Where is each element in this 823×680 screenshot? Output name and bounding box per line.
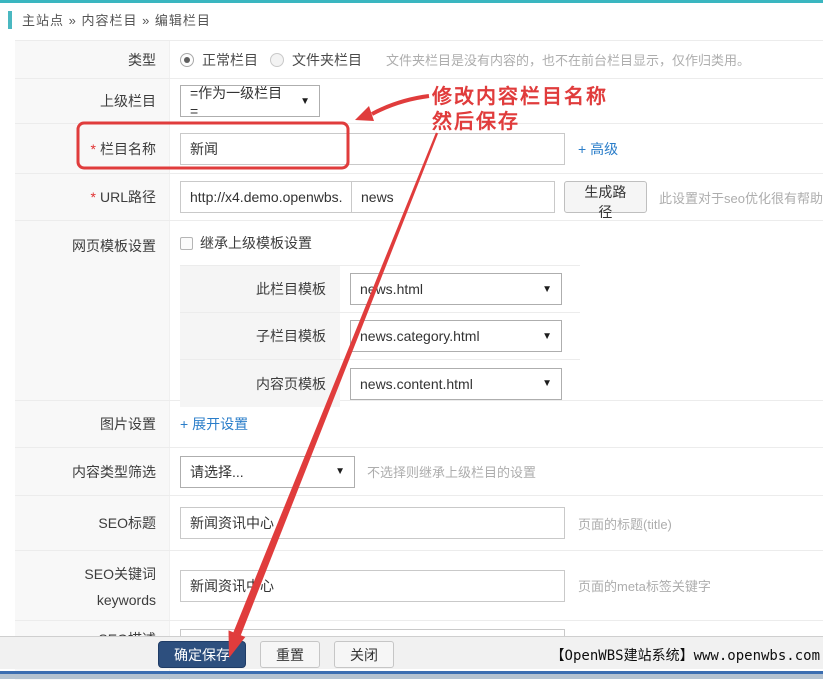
template-settings-label: 网页模板设置 bbox=[15, 221, 170, 400]
url-base-input bbox=[180, 181, 352, 213]
radio-normal-column[interactable]: 正常栏目 bbox=[180, 50, 258, 70]
content-type-select[interactable]: 请选择... ▼ bbox=[180, 456, 355, 488]
row-column-name: * 栏目名称 + 高级 bbox=[15, 124, 823, 174]
dropdown-arrow-icon: ▼ bbox=[335, 466, 345, 477]
seo-title-label: SEO标题 bbox=[15, 496, 170, 550]
image-settings-label: 图片设置 bbox=[15, 401, 170, 447]
seo-title-hint: 页面的标题(title) bbox=[578, 514, 672, 533]
row-type: 类型 正常栏目 文件夹栏目 文件夹栏目是没有内容的，也不在前台栏目显示，仅作归类… bbox=[15, 41, 823, 79]
radio-checked-icon[interactable] bbox=[180, 53, 194, 67]
dropdown-arrow-icon: ▼ bbox=[300, 96, 310, 107]
this-template-select-value: news.html bbox=[360, 281, 423, 297]
column-name-input[interactable] bbox=[180, 133, 565, 165]
close-button[interactable]: 关闭 bbox=[334, 641, 394, 668]
footer-buttons: 确定保存 重置 关闭 bbox=[158, 641, 394, 668]
generate-path-button[interactable]: 生成路径 bbox=[564, 181, 647, 213]
type-label: 类型 bbox=[15, 41, 170, 78]
required-asterisk: * bbox=[91, 141, 96, 157]
content-template-select-value: news.content.html bbox=[360, 376, 473, 392]
radio-normal-label[interactable]: 正常栏目 bbox=[202, 50, 258, 70]
reset-button[interactable]: 重置 bbox=[260, 641, 320, 668]
content-template-select[interactable]: news.content.html ▼ bbox=[350, 368, 562, 400]
dropdown-arrow-icon: ▼ bbox=[542, 331, 552, 342]
radio-folder-column[interactable]: 文件夹栏目 bbox=[270, 50, 362, 70]
breadcrumb-accent-bar bbox=[8, 11, 12, 29]
sub-template-label: 子栏目模板 bbox=[180, 313, 340, 359]
watermark-text: 【OpenWBS建站系统】www.openwbs.com bbox=[551, 645, 820, 665]
sub-template-select[interactable]: news.category.html ▼ bbox=[350, 320, 562, 352]
template-table: 此栏目模板 news.html ▼ 子栏目模板 news.category.ht… bbox=[180, 265, 580, 407]
url-path-input[interactable] bbox=[351, 181, 555, 213]
row-seo-keywords: SEO关键词 keywords 页面的meta标签关键字 bbox=[15, 551, 823, 621]
seo-keywords-hint: 页面的meta标签关键字 bbox=[578, 576, 711, 595]
footer-action-bar: 确定保存 重置 关闭 【OpenWBS建站系统】www.openwbs.com bbox=[0, 636, 823, 669]
parent-label: 上级栏目 bbox=[15, 79, 170, 123]
dropdown-arrow-icon: ▼ bbox=[542, 284, 552, 295]
save-button[interactable]: 确定保存 bbox=[158, 641, 246, 668]
row-seo-title: SEO标题 页面的标题(title) bbox=[15, 496, 823, 551]
advanced-link[interactable]: + 高级 bbox=[578, 139, 618, 159]
type-hint: 文件夹栏目是没有内容的，也不在前台栏目显示，仅作归类用。 bbox=[386, 50, 750, 69]
radio-unchecked-icon[interactable] bbox=[270, 53, 284, 67]
content-type-select-value: 请选择... bbox=[190, 462, 244, 482]
edit-column-form: 类型 正常栏目 文件夹栏目 文件夹栏目是没有内容的，也不在前台栏目显示，仅作归类… bbox=[15, 40, 823, 680]
this-template-label: 此栏目模板 bbox=[180, 266, 340, 312]
inherit-template-label[interactable]: 继承上级模板设置 bbox=[200, 233, 312, 253]
row-parent-column: 上级栏目 =作为一级栏目= ▼ bbox=[15, 79, 823, 124]
url-hint: 此设置对于seo优化很有帮助 bbox=[659, 188, 823, 207]
expand-image-settings-link[interactable]: + 展开设置 bbox=[180, 414, 248, 434]
bottom-strip bbox=[0, 674, 823, 679]
breadcrumb: 主站点 » 内容栏目 » 编辑栏目 bbox=[8, 10, 211, 29]
checkbox-unchecked-icon[interactable] bbox=[180, 237, 193, 250]
column-name-label: * 栏目名称 bbox=[15, 124, 170, 173]
dropdown-arrow-icon: ▼ bbox=[542, 378, 552, 389]
template-row-sub: 子栏目模板 news.category.html ▼ bbox=[180, 313, 580, 360]
inherit-template-checkbox-row[interactable]: 继承上级模板设置 bbox=[180, 233, 312, 253]
this-template-select[interactable]: news.html ▼ bbox=[350, 273, 562, 305]
parent-column-select-value: =作为一级栏目= bbox=[190, 83, 290, 119]
content-type-filter-label: 内容类型筛选 bbox=[15, 448, 170, 495]
template-row-this: 此栏目模板 news.html ▼ bbox=[180, 266, 580, 313]
seo-title-input[interactable] bbox=[180, 507, 565, 539]
url-path-label: * URL路径 bbox=[15, 174, 170, 220]
seo-keywords-input[interactable] bbox=[180, 570, 565, 602]
seo-keywords-label: SEO关键词 keywords bbox=[15, 551, 170, 620]
radio-folder-label[interactable]: 文件夹栏目 bbox=[292, 50, 362, 70]
parent-column-select[interactable]: =作为一级栏目= ▼ bbox=[180, 85, 320, 117]
template-row-content: 内容页模板 news.content.html ▼ bbox=[180, 360, 580, 407]
content-template-label: 内容页模板 bbox=[180, 360, 340, 407]
sub-template-select-value: news.category.html bbox=[360, 328, 480, 344]
breadcrumb-text: 主站点 » 内容栏目 » 编辑栏目 bbox=[22, 10, 211, 29]
required-asterisk: * bbox=[91, 189, 96, 205]
content-type-hint: 不选择则继承上级栏目的设置 bbox=[367, 462, 536, 481]
row-image-settings: 图片设置 + 展开设置 bbox=[15, 401, 823, 448]
row-content-type-filter: 内容类型筛选 请选择... ▼ 不选择则继承上级栏目的设置 bbox=[15, 448, 823, 496]
row-template-settings: 网页模板设置 继承上级模板设置 此栏目模板 news.html ▼ bbox=[15, 221, 823, 401]
top-accent-line bbox=[0, 0, 823, 3]
row-url-path: * URL路径 生成路径 此设置对于seo优化很有帮助 bbox=[15, 174, 823, 221]
